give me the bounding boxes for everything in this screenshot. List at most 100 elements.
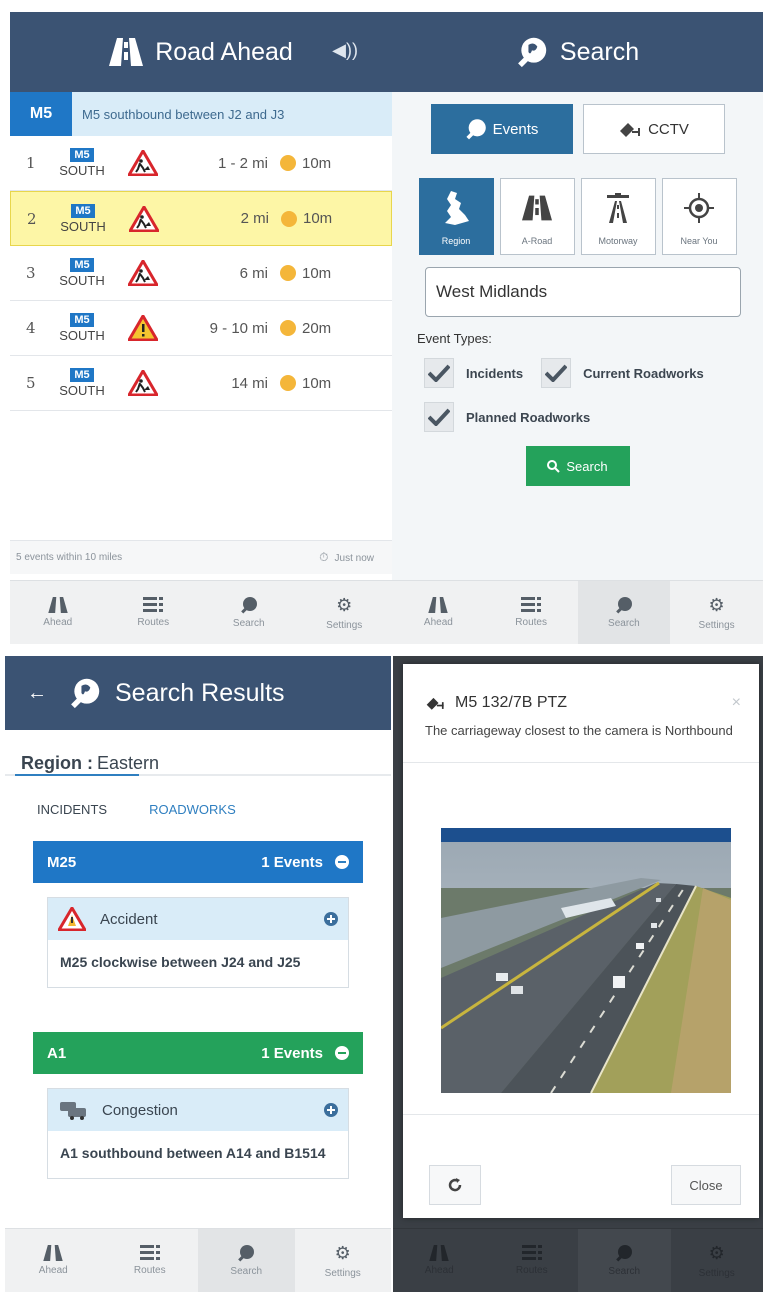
list-icon xyxy=(143,597,164,612)
tab-search[interactable]: Search xyxy=(578,1229,671,1292)
group-header[interactable]: M25 1 Events xyxy=(33,841,363,883)
near-you-type-button[interactable]: Near You xyxy=(661,178,737,255)
button-label: Events xyxy=(492,120,539,138)
tab-label: Ahead xyxy=(38,1265,68,1276)
tab-routes[interactable]: Routes xyxy=(485,581,578,644)
gear-icon: ⚙ xyxy=(708,594,725,615)
tab-settings[interactable]: ⚙ Settings xyxy=(671,1229,763,1292)
search-screen: Search Events CCTV Region A-Road Motorwa… xyxy=(392,12,763,644)
speaker-icon[interactable]: ◀)) xyxy=(332,40,358,61)
tab-search[interactable]: Search xyxy=(198,1229,295,1292)
event-card-header[interactable]: Accident xyxy=(48,898,348,940)
group-road: A1 xyxy=(47,1044,67,1062)
event-types-label: Event Types: xyxy=(417,331,492,346)
event-row[interactable]: 5 M5 SOUTH 14 mi 10m xyxy=(10,356,392,411)
current-roadworks-checkbox[interactable] xyxy=(541,358,572,388)
incidents-checkbox[interactable] xyxy=(424,358,454,388)
event-type-checkboxes: Incidents Current Roadworks Planned Road… xyxy=(424,358,763,432)
camera-name: M5 132/7B PTZ xyxy=(455,694,568,711)
tab-label: Search xyxy=(608,1266,641,1277)
aroad-type-button[interactable]: A-Road xyxy=(499,178,575,255)
expand-icon[interactable] xyxy=(324,1103,338,1117)
cctv-mode-button[interactable]: CCTV xyxy=(582,104,725,154)
button-label: A-Road xyxy=(521,236,553,246)
tab-settings[interactable]: ⚙ Settings xyxy=(670,581,763,644)
group-header[interactable]: A1 1 Events xyxy=(33,1032,363,1074)
event-row[interactable]: 2 M5 SOUTH 2 mi 10m xyxy=(10,191,392,246)
road-icon xyxy=(43,1245,63,1261)
list-icon xyxy=(521,1245,542,1260)
event-delay: 10m xyxy=(302,374,332,392)
search-header: Search xyxy=(392,12,763,92)
tab-routes[interactable]: Routes xyxy=(102,1229,199,1292)
tab-search[interactable]: Search xyxy=(201,581,297,644)
tab-label: Routes xyxy=(515,1265,548,1276)
event-distance: 14 mi xyxy=(231,374,268,392)
button-label: Region xyxy=(441,236,471,246)
search-globe-icon xyxy=(516,36,548,68)
event-row[interactable]: 1 M5 SOUTH 1 - 2 mi 10m xyxy=(10,136,392,191)
planned-roadworks-checkbox[interactable] xyxy=(424,402,454,432)
tab-routes[interactable]: Routes xyxy=(486,1229,579,1292)
modal-title: M5 132/7B PTZ xyxy=(403,664,759,712)
tab-settings[interactable]: ⚙ Settings xyxy=(295,1229,392,1292)
road-icon xyxy=(48,597,68,613)
modal-footer: Close xyxy=(403,1114,759,1218)
region-type-button[interactable]: Region xyxy=(418,178,494,255)
cctv-image xyxy=(441,828,731,1093)
search-button[interactable]: Search xyxy=(525,446,630,486)
camera-icon xyxy=(620,123,641,137)
event-type: Congestion xyxy=(102,1101,178,1119)
road-code: M5 xyxy=(70,148,94,162)
event-distance: 2 mi xyxy=(240,210,269,227)
event-delay: 10m xyxy=(302,264,332,282)
status-footer: 5 events within 10 miles ⏱ Just now xyxy=(10,540,392,574)
event-list: 1 M5 SOUTH 1 - 2 mi 10m 2 M5 SOUTH 2 mi 10m 3 M5 SOU… xyxy=(10,136,392,411)
checkbox-label: Current Roadworks xyxy=(583,365,704,381)
results-header: ← Search Results xyxy=(5,656,391,730)
tab-settings[interactable]: ⚙ Settings xyxy=(297,581,393,644)
region-field[interactable]: West Midlands xyxy=(425,267,741,317)
road-ahead-screen: Road Ahead ◀)) M5 M5 southbound between … xyxy=(10,12,392,644)
events-count-text: 5 events within 10 miles xyxy=(16,552,123,563)
tab-roadworks[interactable]: ROADWORKS xyxy=(149,802,236,817)
tab-ahead[interactable]: Ahead xyxy=(392,581,485,644)
event-delay: 20m xyxy=(302,319,332,337)
roadworks-sign-icon xyxy=(108,260,178,286)
refresh-button[interactable] xyxy=(429,1165,481,1205)
results-tabs: INCIDENTS ROADWORKS xyxy=(5,802,391,817)
list-icon xyxy=(521,597,542,612)
tab-ahead[interactable]: Ahead xyxy=(10,581,106,644)
collapse-icon[interactable] xyxy=(335,855,349,869)
tab-search[interactable]: Search xyxy=(577,581,671,644)
group-count: 1 Events xyxy=(261,1044,323,1062)
events-mode-button[interactable]: Events xyxy=(430,104,573,154)
cctv-modal: M5 132/7B PTZ × The carriageway closest … xyxy=(403,664,759,1218)
road-badge: M5 SOUTH xyxy=(56,313,108,343)
close-icon[interactable]: × xyxy=(732,694,741,712)
event-delay: 10m xyxy=(303,210,333,227)
warning-sign-icon xyxy=(58,907,86,931)
region-heading: Region : Eastern xyxy=(5,730,391,776)
expand-icon[interactable] xyxy=(324,912,338,926)
tab-incidents[interactable]: INCIDENTS xyxy=(37,802,107,817)
event-number: 1 xyxy=(26,154,36,172)
camera-direction-note: The carriageway closest to the camera is… xyxy=(425,723,733,738)
tab-ahead[interactable]: Ahead xyxy=(393,1229,486,1292)
back-arrow-icon[interactable]: ← xyxy=(27,682,47,705)
event-row[interactable]: 4 M5 SOUTH 9 - 10 mi 20m xyxy=(10,301,392,356)
tab-routes[interactable]: Routes xyxy=(106,581,202,644)
tab-ahead[interactable]: Ahead xyxy=(5,1229,102,1292)
event-card-header[interactable]: Congestion xyxy=(48,1089,348,1131)
event-row[interactable]: 3 M5 SOUTH 6 mi 10m xyxy=(10,246,392,301)
search-globe-icon xyxy=(240,597,257,614)
close-button[interactable]: Close xyxy=(671,1165,741,1205)
clock-icon xyxy=(280,265,296,281)
event-number: 4 xyxy=(26,319,36,337)
collapse-icon[interactable] xyxy=(335,1046,349,1060)
crosshair-icon xyxy=(684,192,714,223)
tab-label: Search xyxy=(232,618,265,629)
event-distance: 9 - 10 mi xyxy=(209,319,268,337)
motorway-type-button[interactable]: Motorway xyxy=(580,178,656,255)
uk-map-icon xyxy=(445,190,469,225)
